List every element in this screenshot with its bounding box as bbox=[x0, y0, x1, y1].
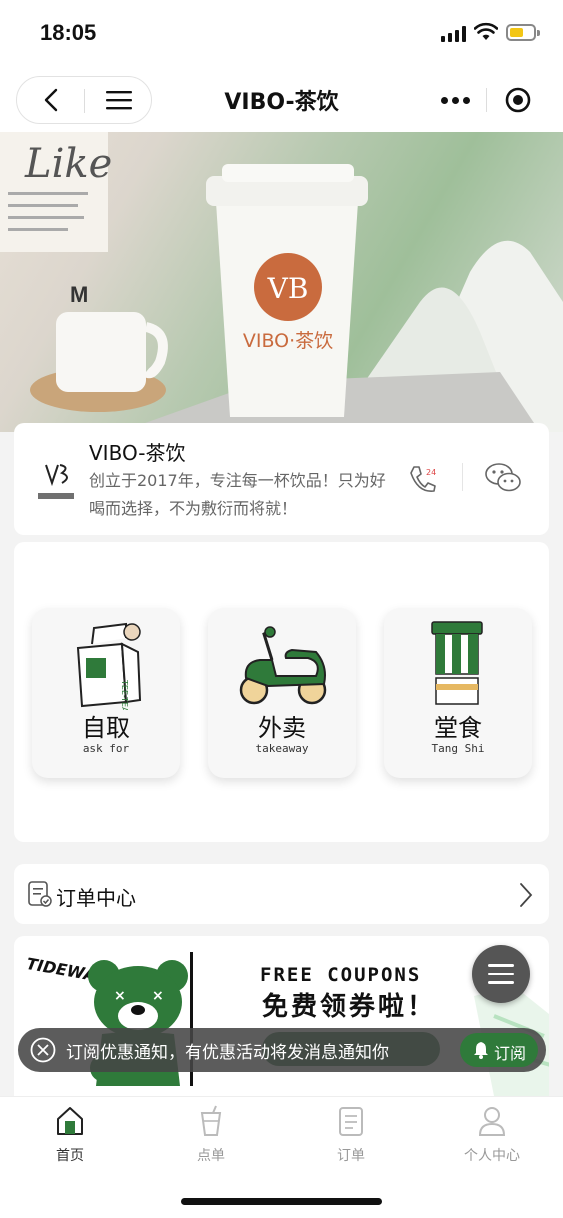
mode-sub: ask for bbox=[82, 742, 130, 755]
home-indicator bbox=[181, 1198, 382, 1205]
tab-label: 点单 bbox=[197, 1148, 225, 1164]
mode-label: 自取 bbox=[82, 714, 130, 742]
coupon-headline-en: FREE COUPONS bbox=[260, 964, 422, 986]
tab-orders[interactable]: 订单 bbox=[281, 1105, 421, 1169]
home-icon bbox=[57, 1107, 83, 1135]
mode-sub: takeaway bbox=[255, 742, 309, 755]
drink-cup-icon bbox=[431, 621, 483, 705]
cup-brand-text: VIBO·茶饮 bbox=[243, 330, 333, 352]
status-bar: 18:05 bbox=[0, 0, 563, 68]
svg-text:24: 24 bbox=[426, 468, 436, 477]
tab-menu[interactable]: 点单 bbox=[141, 1105, 281, 1169]
order-center-row[interactable]: 订单中心 bbox=[14, 864, 549, 924]
mode-dine-in[interactable]: 堂食 Tang Shi bbox=[384, 608, 532, 778]
status-time: 18:05 bbox=[40, 20, 97, 45]
phone-icon[interactable]: 24 bbox=[406, 463, 438, 495]
toast-text: 订阅优惠通知，有优惠活动将发消息通知你 bbox=[66, 1043, 389, 1063]
mode-label: 外卖 bbox=[258, 714, 306, 742]
svg-text:×: × bbox=[114, 988, 126, 1004]
nav-bar: VIBO-茶饮 bbox=[0, 68, 563, 132]
more-button[interactable] bbox=[424, 80, 486, 120]
tab-profile[interactable]: 个人中心 bbox=[422, 1105, 562, 1169]
wifi-icon bbox=[474, 22, 498, 40]
orders-icon bbox=[339, 1107, 363, 1136]
order-center-label: 订单中心 bbox=[56, 886, 136, 910]
mode-takeaway[interactable]: 外卖 takeaway bbox=[208, 608, 356, 778]
scooter-icon bbox=[239, 626, 327, 705]
tab-label: 首页 bbox=[56, 1148, 84, 1164]
svg-text:TEE-TEA: TEE-TEA bbox=[120, 679, 129, 710]
svg-text:×: × bbox=[152, 988, 164, 1004]
mini-program-capsule bbox=[424, 80, 548, 120]
svg-text:M: M bbox=[70, 282, 88, 307]
hero-banner[interactable]: Like M VB VIBO·茶饮 bbox=[0, 132, 563, 432]
order-doc-icon bbox=[28, 881, 52, 907]
store-info-card: VIBO-茶饮 创立于2017年，专注每一杯饮品！只为好喝而选择，不为敷衍而将就… bbox=[14, 423, 549, 535]
target-icon bbox=[505, 87, 530, 113]
store-description: 创立于2017年，专注每一杯饮品！只为好喝而选择，不为敷衍而将就！ bbox=[89, 471, 386, 518]
subscribe-button[interactable]: 订阅 bbox=[460, 1033, 538, 1067]
svg-text:Like: Like bbox=[24, 141, 112, 187]
tab-home[interactable]: 首页 bbox=[0, 1105, 140, 1169]
subscribe-toast: 订阅优惠通知，有优惠活动将发消息通知你 订阅 bbox=[18, 1028, 546, 1072]
mode-label: 堂食 bbox=[434, 714, 482, 742]
coupon-headline-cn: 免费领券啦！ bbox=[262, 992, 437, 1022]
tab-label: 订单 bbox=[337, 1148, 365, 1164]
signal-icon bbox=[441, 26, 466, 42]
coupon-banner[interactable]: TIDEWA × × FREE COUPONS 免费领券啦！ bbox=[14, 936, 549, 1096]
bell-icon bbox=[474, 1042, 488, 1059]
shopping-bag-icon: TEE-TEA bbox=[76, 622, 142, 710]
store-name: VIBO-茶饮 bbox=[89, 441, 186, 465]
wechat-icon[interactable] bbox=[484, 461, 522, 495]
store-logo bbox=[38, 464, 74, 499]
svg-text:VB: VB bbox=[267, 272, 309, 305]
user-icon bbox=[478, 1107, 506, 1136]
chevron-right-icon bbox=[520, 883, 533, 907]
mode-sub: Tang Shi bbox=[431, 742, 485, 755]
subscribe-button-label: 订阅 bbox=[494, 1044, 527, 1063]
order-modes-card: TEE-TEA 自取 ask for 外卖 takeaway 堂食 Tang S… bbox=[14, 542, 549, 842]
mode-self-pickup[interactable]: TEE-TEA 自取 ask for bbox=[32, 608, 180, 778]
floating-menu-button[interactable] bbox=[472, 945, 530, 1003]
hero-image: Like M VB VIBO·茶饮 bbox=[0, 132, 563, 432]
close-icon[interactable] bbox=[30, 1037, 56, 1063]
battery-icon bbox=[506, 24, 540, 41]
close-miniprogram-button[interactable] bbox=[487, 80, 548, 120]
tab-label: 个人中心 bbox=[464, 1148, 520, 1164]
drink-icon bbox=[200, 1105, 222, 1136]
